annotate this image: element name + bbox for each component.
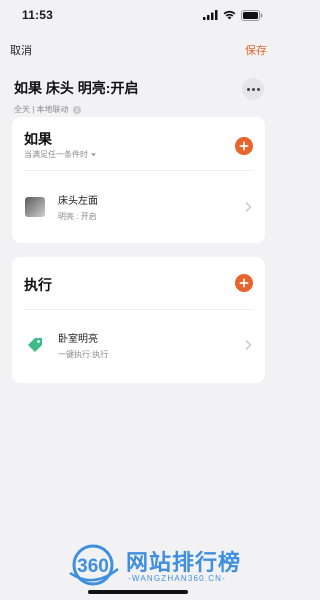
divider <box>24 309 253 310</box>
scene-subtitle-text: 全天 | 本地联动 <box>14 105 69 114</box>
cancel-button[interactable]: 取消 <box>10 42 32 58</box>
wifi-icon <box>223 10 236 20</box>
battery-icon <box>241 9 263 21</box>
watermark-title: 网站排行榜 <box>126 550 242 575</box>
watermark-badge-text: 360 <box>77 556 109 577</box>
plus-icon <box>239 278 249 288</box>
scene-subtitle[interactable]: 全天 | 本地联动 <box>14 104 266 115</box>
if-card: 如果 当满足任一条件时 床头左面 明亮 : 开启 <box>12 117 265 243</box>
condition-detail: 明亮 : 开启 <box>58 212 97 221</box>
signal-icon <box>203 10 218 20</box>
device-icon <box>24 196 46 218</box>
nav-bar: 取消 保存 <box>0 38 277 62</box>
watermark-logo: 360 <box>69 544 119 586</box>
tag-icon <box>24 334 46 356</box>
add-condition-button[interactable] <box>235 137 253 155</box>
status-bar: 11:53 <box>0 0 277 30</box>
status-icons <box>203 9 263 21</box>
caret-down-icon <box>91 153 96 156</box>
scene-title[interactable]: 如果 床头 明亮:开启 <box>14 78 266 98</box>
more-options-button[interactable] <box>242 78 264 100</box>
status-time: 11:53 <box>22 8 54 22</box>
chevron-right-icon <box>245 202 252 212</box>
scene-header: 如果 床头 明亮:开启 全天 | 本地联动 <box>14 78 266 115</box>
action-scene-name: 卧室明亮 <box>58 334 98 345</box>
if-card-title: 如果 <box>24 131 52 147</box>
action-detail: 一键执行:执行 <box>58 350 109 359</box>
plus-icon <box>239 141 249 151</box>
add-action-button[interactable] <box>235 274 253 292</box>
condition-item[interactable]: 床头左面 明亮 : 开启 <box>24 185 253 229</box>
condition-mode-dropdown[interactable]: 当满足任一条件时 <box>24 149 97 160</box>
do-card: 执行 卧室明亮 一键执行:执行 <box>12 257 265 383</box>
info-icon[interactable] <box>72 105 81 114</box>
more-dots-icon <box>246 87 250 91</box>
save-button[interactable]: 保存 <box>245 42 267 58</box>
action-item[interactable]: 卧室明亮 一键执行:执行 <box>24 323 253 367</box>
do-card-title: 执行 <box>24 277 52 293</box>
chevron-right-icon <box>245 340 252 350</box>
home-indicator[interactable] <box>88 590 188 594</box>
divider <box>24 170 253 171</box>
condition-mode-label: 当满足任一条件时 <box>24 150 88 159</box>
watermark: 360 网站排行榜 -WANGZHAN360.CN- <box>66 543 271 595</box>
watermark-subtitle: -WANGZHAN360.CN- <box>128 574 227 583</box>
condition-device-name: 床头左面 <box>58 196 98 207</box>
